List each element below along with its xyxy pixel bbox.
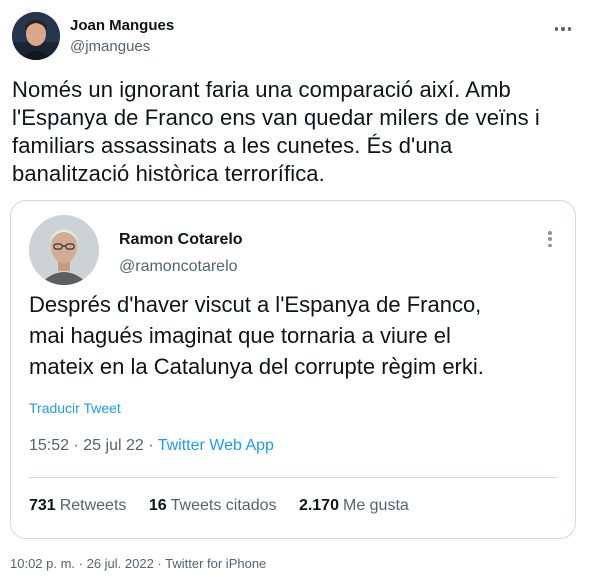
quote-tweets-stat[interactable]: 16 Tweets citados bbox=[149, 497, 277, 514]
retweets-count: 731 bbox=[29, 497, 56, 514]
quoted-text-line: Després d'haver viscut a l'Espanya de Fr… bbox=[29, 292, 482, 317]
quoted-text-line: mai hagués imaginat que tornaria a viure… bbox=[29, 323, 451, 348]
quoted-tweet-text: Després d'haver viscut a l'Espanya de Fr… bbox=[29, 289, 569, 382]
author-display-name[interactable]: Joan Mangues bbox=[70, 17, 174, 34]
more-icon-dot bbox=[561, 27, 565, 31]
retweets-stat[interactable]: 731 Retweets bbox=[29, 497, 126, 514]
quoted-author-handle[interactable]: @ramoncotarelo bbox=[119, 258, 238, 276]
tweet-text-line: familiars assassinats a les cunetes. És … bbox=[12, 133, 453, 158]
more-icon[interactable] bbox=[552, 18, 574, 40]
quoted-tweet-meta: 15:52 · 25 jul 22 · Twitter Web App bbox=[29, 437, 274, 455]
quoted-tweet-card[interactable]: Ramon Cotarelo @ramoncotarelo Després d'… bbox=[10, 200, 576, 539]
tweet-text-line: banalització històrica terrorífica. bbox=[12, 161, 325, 186]
quoted-tweet-date[interactable]: 25 jul 22 bbox=[83, 437, 144, 454]
quoted-text-line: mateix en la Catalunya del corrupte règi… bbox=[29, 354, 484, 379]
translate-tweet-link[interactable]: Traducir Tweet bbox=[29, 400, 121, 416]
tweet-text: Només un ignorant faria una comparació a… bbox=[12, 76, 577, 188]
quote-tweets-count: 16 bbox=[148, 497, 167, 514]
more-vertical-icon-dot bbox=[548, 243, 552, 247]
divider bbox=[29, 477, 557, 478]
likes-count: 2.170 bbox=[298, 497, 339, 514]
tweet-header: Joan Mangues @jmangues bbox=[12, 8, 582, 64]
tweet-text-line: Només un ignorant faria una comparació a… bbox=[12, 77, 511, 102]
quoted-tweet-source-app[interactable]: Twitter Web App bbox=[158, 437, 274, 454]
likes-label: Me gusta bbox=[342, 497, 409, 514]
more-icon-dot bbox=[554, 27, 559, 31]
more-icon-dot bbox=[567, 27, 572, 31]
more-vertical-icon-dot bbox=[548, 231, 552, 235]
tweet-text-line: l'Espanya de Franco ens van quedar miler… bbox=[12, 105, 540, 130]
tweet-footer-meta: 10:02 p. m. · 26 jul. 2022 · Twitter for… bbox=[10, 556, 267, 571]
meta-separator: · bbox=[73, 437, 84, 454]
more-vertical-icon[interactable] bbox=[545, 229, 555, 249]
quoted-tweet-time[interactable]: 15:52 bbox=[29, 437, 69, 454]
author-avatar[interactable] bbox=[12, 12, 60, 60]
quoted-author-display-name[interactable]: Ramon Cotarelo bbox=[119, 231, 243, 249]
likes-stat[interactable]: 2.170 Me gusta bbox=[299, 497, 409, 514]
quote-tweets-label: Tweets citados bbox=[170, 497, 277, 514]
author-handle[interactable]: @jmangues bbox=[70, 38, 150, 55]
quoted-author-avatar[interactable] bbox=[29, 215, 99, 285]
retweets-label: Retweets bbox=[59, 497, 127, 514]
more-vertical-icon-dot bbox=[548, 237, 552, 241]
meta-separator: · bbox=[148, 437, 158, 454]
quoted-tweet-stats: 731 Retweets 16 Tweets citados 2.170 Me gus… bbox=[29, 497, 427, 515]
